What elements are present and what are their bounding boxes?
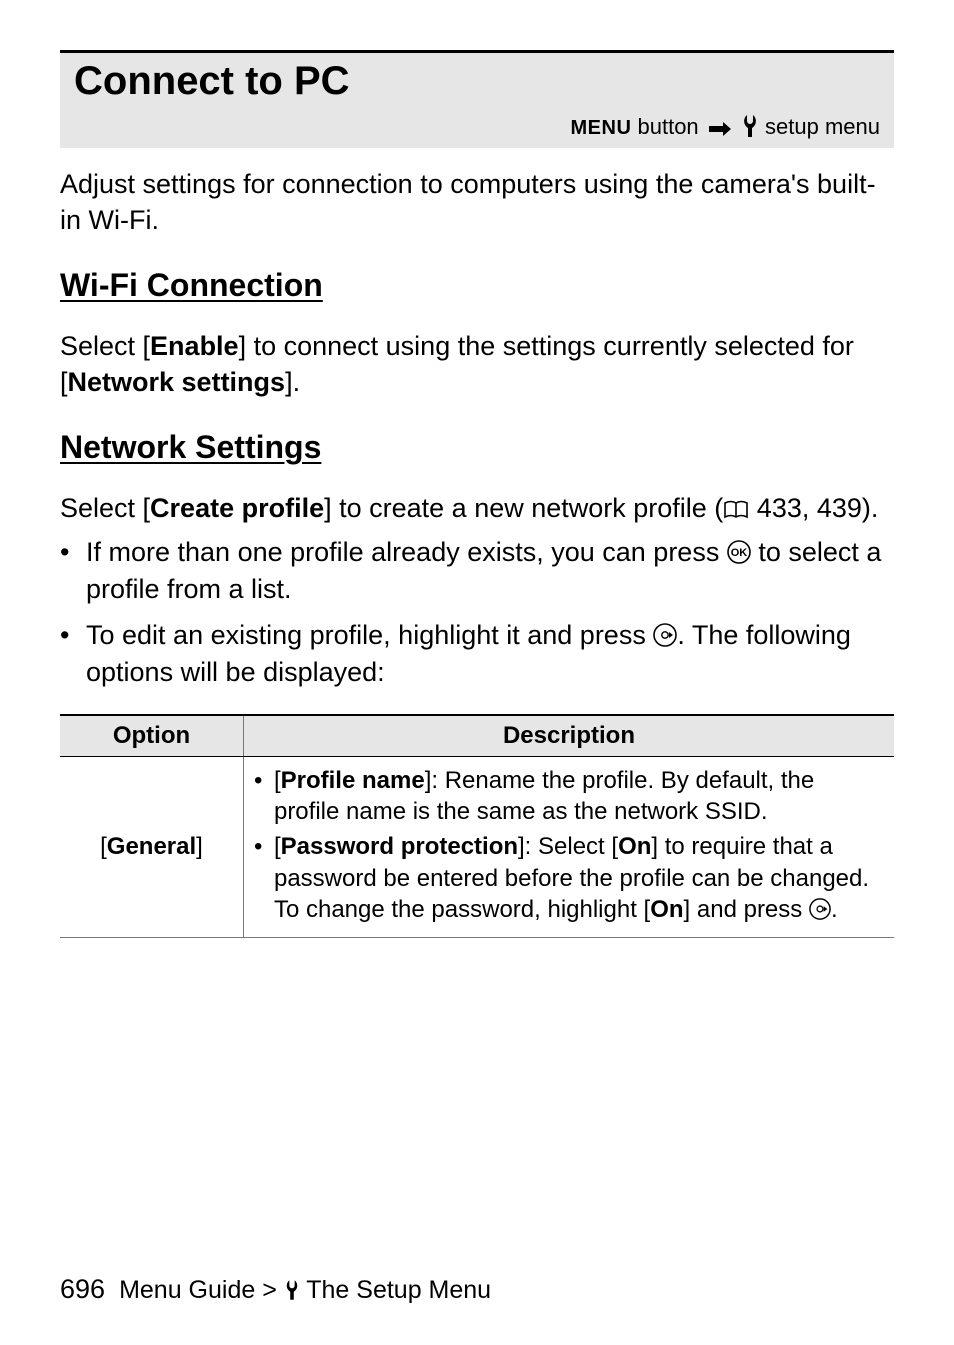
text-fragment: [: [274, 833, 281, 860]
network-settings-label: Network settings: [68, 367, 286, 397]
general-label: General: [107, 833, 196, 860]
footer-breadcrumb: Menu Guide > The Setup Menu: [119, 1276, 491, 1305]
wrench-icon: [284, 1276, 300, 1304]
cell-bullet-item: [Password protection]: Select [On] to re…: [254, 831, 884, 925]
page-title-block: Connect to PC: [60, 50, 894, 110]
text-fragment: Select [: [60, 331, 150, 361]
col-header-option: Option: [60, 715, 243, 757]
menu-label: MENU: [571, 117, 632, 139]
dpad-right-icon: [809, 896, 831, 923]
button-word: button: [631, 114, 704, 139]
wrench-icon: [741, 114, 765, 139]
text-fragment: The Setup Menu: [300, 1276, 491, 1304]
breadcrumb: MENU button setup menu: [60, 110, 894, 148]
profile-name-label: Profile name: [281, 767, 425, 794]
text-fragment: To edit an existing profile, highlight i…: [86, 620, 653, 650]
description-cell: [Profile name]: Rename the profile. By d…: [243, 756, 894, 937]
text-fragment: [: [100, 833, 107, 860]
svg-text:OK: OK: [731, 547, 748, 559]
page-ref-icon: [723, 493, 749, 523]
text-fragment: Select [: [60, 493, 150, 523]
text-fragment: Menu Guide >: [119, 1276, 284, 1304]
text-fragment: ] to create a new network profile (: [324, 493, 723, 523]
option-cell: [General]: [60, 756, 243, 937]
page-number: 696: [60, 1274, 105, 1305]
text-fragment: ] and press: [684, 896, 809, 923]
page-footer: 696 Menu Guide > The Setup Menu: [60, 1254, 894, 1305]
arrow-right-icon: [709, 114, 737, 139]
text-fragment: [: [274, 767, 281, 794]
text-fragment: ]: Select [: [518, 833, 618, 860]
on-label: On: [618, 833, 651, 860]
text-fragment: .: [831, 896, 838, 923]
dpad-right-icon: [653, 620, 677, 650]
text-fragment: ].: [285, 367, 300, 397]
text-fragment: 433, 439).: [749, 493, 878, 523]
enable-label: Enable: [150, 331, 239, 361]
table-row: [General] [Profile name]: Rename the pro…: [60, 756, 894, 937]
password-protection-label: Password protection: [281, 833, 518, 860]
on-label: On: [650, 896, 683, 923]
table-header-row: Option Description: [60, 715, 894, 757]
text-fragment: If more than one profile already exists,…: [86, 537, 727, 567]
section1-text: Select [Enable] to connect using the set…: [60, 328, 894, 401]
create-profile-label: Create profile: [150, 493, 324, 523]
bullet-item: To edit an existing profile, highlight i…: [60, 617, 894, 690]
bullet-list: If more than one profile already exists,…: [60, 534, 894, 700]
options-table: Option Description [General] [Profile na…: [60, 714, 894, 938]
section-heading-network: Network Settings: [60, 429, 894, 466]
ok-button-icon: OK: [727, 537, 751, 567]
cell-bullet-list: [Profile name]: Rename the profile. By d…: [254, 765, 884, 925]
text-fragment: ]: [196, 833, 203, 860]
section-heading-wifi: Wi-Fi Connection: [60, 267, 894, 304]
cell-bullet-item: [Profile name]: Rename the profile. By d…: [254, 765, 884, 827]
col-header-description: Description: [243, 715, 894, 757]
breadcrumb-target: setup menu: [765, 114, 880, 139]
page-title: Connect to PC: [74, 59, 880, 104]
section2-text: Select [Create profile] to create a new …: [60, 490, 894, 526]
bullet-item: If more than one profile already exists,…: [60, 534, 894, 607]
intro-text: Adjust settings for connection to comput…: [60, 166, 894, 239]
